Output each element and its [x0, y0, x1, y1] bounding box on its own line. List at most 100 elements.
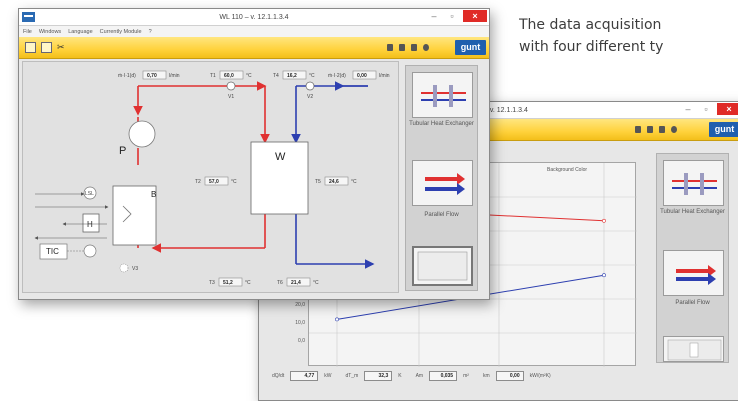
diagram-thumbnail-box[interactable]	[412, 246, 473, 286]
diagram-thumbnail-icon	[417, 251, 468, 281]
settings-icon[interactable]	[423, 44, 429, 51]
chart-window-title: – v. 12.1.1.3.4	[484, 107, 528, 114]
pump-p-icon	[128, 120, 156, 148]
valve-v2-icon	[305, 81, 315, 91]
flow-cold-label: ṁ·I·2(d)	[328, 73, 346, 79]
tic-label: TIC	[46, 247, 59, 256]
flow-hot-label: ṁ·I·1(d)	[118, 73, 136, 79]
main-side-panel: Tubular Heat Exchanger Parallel Flow	[405, 65, 478, 291]
menu-help[interactable]: ?	[149, 29, 152, 35]
close-button[interactable]: ×	[717, 103, 738, 115]
k-label: km	[482, 373, 490, 379]
q-value: 4,77	[290, 371, 319, 381]
dt-unit: K	[398, 373, 402, 379]
menu-language[interactable]: Language	[68, 29, 92, 35]
side-label-parallel: Parallel Flow	[424, 212, 459, 218]
main-toolbar: ✂ gunt	[19, 37, 489, 59]
t6-value: 21,4	[291, 280, 301, 286]
flow-hot-unit: l/min	[169, 73, 180, 79]
flow-hot-value: 0,70	[147, 73, 157, 79]
maximize-button[interactable]: ▫	[699, 103, 713, 115]
chart-result-bar: dQ/dt 4,77 kW dT_m 32,3 K Am 0,035 m² km…	[262, 368, 660, 384]
export-icon[interactable]: ✂	[57, 42, 68, 53]
parallel-flow-icon	[676, 265, 716, 285]
series-1-point-2	[602, 218, 606, 223]
t1-value: 60,0	[224, 73, 234, 79]
main-window-title: WL 110 – v. 12.1.1.3.4	[219, 14, 289, 21]
y-tick-20: 20,0	[295, 302, 305, 308]
k-value: 0,00	[495, 371, 524, 381]
t2-label: T2	[195, 179, 201, 185]
caption-line-2: with four different ty	[519, 39, 664, 55]
area-value: 0,035	[429, 371, 458, 381]
t5-unit: °C	[351, 179, 357, 185]
t3-unit: °C	[245, 280, 251, 286]
save-icon[interactable]	[41, 42, 52, 53]
gunt-logo: gunt	[709, 122, 738, 137]
exchanger-label: W	[275, 151, 286, 163]
document-icon[interactable]	[387, 44, 393, 51]
t5-label: T5	[315, 179, 321, 185]
close-button[interactable]: ×	[463, 10, 487, 22]
tubular-exchanger-icon-box[interactable]	[412, 72, 473, 118]
v3-label: V3	[132, 266, 138, 272]
t5-value: 24,6	[329, 179, 339, 185]
pump-label: P	[119, 145, 126, 157]
heater-label: H	[87, 220, 93, 229]
dt-label: dT_m	[345, 373, 359, 379]
t4-unit: °C	[309, 73, 315, 79]
record-icon[interactable]	[411, 44, 417, 51]
open-icon[interactable]	[25, 42, 36, 53]
tank-label: B	[151, 190, 156, 199]
menu-bar: File Windows Language Currently Module ?	[19, 26, 489, 37]
menu-current-module[interactable]: Currently Module	[100, 29, 142, 35]
legend-label: Background Color	[547, 167, 588, 173]
diagram-thumbnail-icon	[667, 339, 722, 361]
tubular-exchanger-icon	[672, 173, 717, 195]
settings-icon[interactable]	[671, 126, 677, 133]
maximize-button[interactable]: ▫	[445, 10, 459, 22]
series-2-point-2	[602, 273, 606, 278]
minimize-button[interactable]: –	[681, 103, 695, 115]
t3-value: 51,2	[223, 280, 233, 286]
series-2-point-1	[335, 317, 339, 322]
tubular-exchanger-icon	[421, 85, 466, 107]
t6-label: T6	[277, 280, 283, 286]
document-icon[interactable]	[635, 126, 641, 133]
main-window[interactable]: WL 110 – v. 12.1.1.3.4 – ▫ × File Window…	[18, 8, 490, 300]
parallel-flow-icon	[425, 173, 465, 195]
main-window-titlebar[interactable]: WL 110 – v. 12.1.1.3.4 – ▫ ×	[19, 9, 489, 26]
parallel-flow-icon-box[interactable]	[412, 160, 473, 206]
parallel-flow-icon-box[interactable]	[663, 250, 724, 296]
k-unit: kW/(m²K)	[529, 373, 551, 379]
t4-value: 16,2	[287, 73, 297, 79]
t1-label: T1	[210, 73, 216, 79]
menu-file[interactable]: File	[23, 29, 32, 35]
flow-cold-unit: l/min	[379, 73, 390, 79]
q-label: dQ/dt	[272, 373, 285, 379]
diagram-thumbnail-box[interactable]	[663, 336, 724, 362]
t6-unit: °C	[313, 280, 319, 286]
minimize-button[interactable]: –	[427, 10, 441, 22]
menu-windows[interactable]: Windows	[39, 29, 61, 35]
legend-background-color[interactable]: Background Color	[547, 165, 632, 175]
side-label-parallel: Parallel Flow	[675, 300, 710, 306]
side-label-tubular: Tubular Heat Exchanger	[409, 121, 474, 127]
t2-value: 57,0	[209, 179, 219, 185]
record-icon[interactable]	[659, 126, 665, 133]
hot-water-loop	[133, 81, 270, 253]
print-icon[interactable]	[647, 126, 653, 133]
chart-side-panel: Tubular Heat Exchanger Parallel Flow	[656, 153, 729, 363]
caption-text: The data acquisition with four different…	[519, 14, 738, 58]
tubular-exchanger-icon-box[interactable]	[663, 160, 724, 206]
temp-sensor-icon	[83, 244, 97, 258]
flow-cold-value: 0,00	[357, 73, 367, 79]
process-diagram: W P B H LSL TIC V1 V2 V3 ṁ·I·1(d) 0,70 l…	[22, 61, 399, 293]
t1-unit: °C	[246, 73, 252, 79]
lsl-label: LSL	[85, 191, 94, 197]
print-icon[interactable]	[399, 44, 405, 51]
dt-value: 32,3	[364, 371, 393, 381]
t3-label: T3	[209, 280, 215, 286]
valve-v1-icon	[226, 81, 236, 91]
caption-line-1: The data acquisition	[519, 17, 662, 33]
